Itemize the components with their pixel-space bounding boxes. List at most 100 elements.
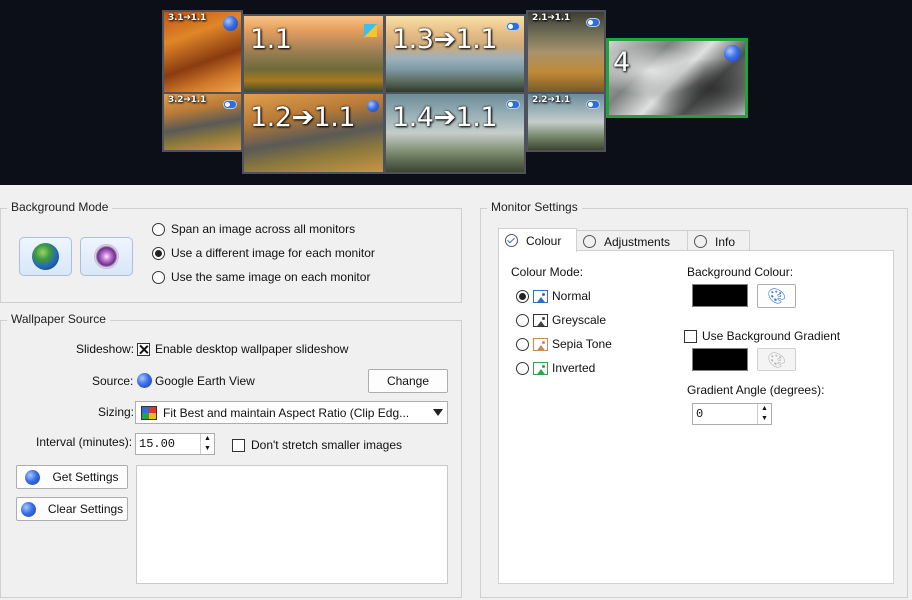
toggle-icon — [506, 22, 520, 31]
source-label: Source: — [92, 374, 134, 388]
tile-label: 3.2➔1.1 — [168, 95, 207, 105]
monitor-tile-3-1[interactable]: 3.1➔1.1 — [162, 10, 243, 94]
background-colour-swatch[interactable] — [692, 284, 748, 307]
group-title: Background Mode — [7, 200, 113, 214]
checkbox-label: Don't stretch smaller images — [251, 438, 403, 452]
tab-bar: Colour Adjustments Info — [498, 228, 750, 252]
slideshow-checkbox[interactable]: Enable desktop wallpaper slideshow — [137, 342, 348, 356]
globe-icon — [367, 100, 379, 112]
radio-circle — [152, 270, 165, 284]
checkbox-box — [684, 329, 697, 343]
monitor-tile-1-3[interactable]: 1.3➔1.1 — [384, 14, 526, 94]
radio-span-image[interactable]: Span an image across all monitors — [152, 222, 355, 236]
palette-icon: 🎨︎ — [766, 288, 787, 305]
radio-greyscale[interactable]: Greyscale — [516, 313, 606, 327]
tile-label: 1.2➔1.1 — [250, 102, 356, 133]
image-icon — [533, 361, 548, 375]
radio-circle — [516, 337, 529, 351]
globe-icon — [20, 501, 36, 517]
tab-colour[interactable]: Colour — [498, 228, 577, 252]
tile-label: 2.2➔1.1 — [532, 95, 571, 105]
radio-sepia[interactable]: Sepia Tone — [516, 337, 612, 351]
tab-info[interactable]: Info — [687, 230, 750, 252]
monitor-tile-3-2[interactable]: 3.2➔1.1 — [162, 92, 243, 152]
galaxy-mode-button[interactable] — [80, 237, 133, 276]
radio-label: Use the same image on each monitor — [171, 270, 371, 284]
wallpaper-source-group: Wallpaper Source Slideshow: Enable deskt… — [0, 312, 462, 598]
monitor-tile-2-1[interactable]: 2.1➔1.1 — [526, 10, 606, 94]
sizing-dropdown[interactable]: Fit Best and maintain Aspect Ratio (Clip… — [135, 401, 448, 424]
button-label: Clear Settings — [47, 502, 124, 516]
toggle-icon — [586, 100, 600, 109]
radio-label: Use a different image for each monitor — [171, 246, 375, 260]
circle-icon — [694, 235, 707, 248]
tile-label: 2.1➔1.1 — [532, 13, 571, 23]
earth-mode-button[interactable] — [19, 237, 72, 276]
radio-circle — [516, 313, 529, 327]
gradient-colour-swatch[interactable] — [692, 348, 748, 371]
galaxy-icon — [94, 244, 119, 269]
tile-label: 1.3➔1.1 — [392, 24, 498, 55]
radio-normal[interactable]: Normal — [516, 289, 591, 303]
toggle-icon — [223, 100, 237, 109]
radio-same-image[interactable]: Use the same image on each monitor — [152, 270, 370, 284]
radio-label: Inverted — [552, 361, 596, 375]
get-settings-button[interactable]: Get Settings — [16, 465, 128, 489]
radio-label: Normal — [552, 289, 591, 303]
palette-icon: 🎨︎ — [766, 351, 787, 369]
settings-text-area[interactable] — [136, 465, 448, 584]
sizing-label: Sizing: — [98, 405, 135, 419]
checkbox-box — [137, 342, 150, 356]
colour-mode-label: Colour Mode: — [511, 265, 584, 279]
google-earth-icon — [137, 373, 152, 388]
dont-stretch-checkbox[interactable]: Don't stretch smaller images — [232, 438, 402, 452]
use-gradient-checkbox[interactable]: Use Background Gradient — [684, 329, 840, 343]
monitor-settings-group: Monitor Settings Colour Adjustments Info… — [480, 200, 908, 598]
spin-up-icon[interactable]: ▲ — [757, 404, 771, 414]
spin-up-icon[interactable]: ▲ — [200, 434, 214, 444]
checkbox-label: Use Background Gradient — [702, 329, 841, 343]
gradient-angle-spinbox[interactable]: 0 ▲ ▼ — [692, 403, 772, 425]
radio-different-image[interactable]: Use a different image for each monitor — [152, 246, 375, 260]
monitor-tile-4[interactable]: 4 — [606, 38, 748, 118]
monitor-tile-1-4[interactable]: 1.4➔1.1 — [384, 92, 526, 174]
radio-label: Sepia Tone — [552, 337, 612, 351]
pick-gradient-colour-button[interactable]: 🎨︎ — [757, 348, 796, 371]
spin-down-icon[interactable]: ▼ — [757, 414, 771, 424]
monitor-tile-1-2[interactable]: 1.2➔1.1 — [242, 92, 385, 174]
change-button[interactable]: Change — [368, 369, 448, 393]
monitor-tile-2-2[interactable]: 2.2➔1.1 — [526, 92, 606, 152]
globe-icon — [724, 45, 741, 62]
interval-spinbox[interactable]: 15.00 ▲ ▼ — [135, 433, 215, 455]
group-title: Monitor Settings — [487, 200, 582, 214]
slideshow-label: Slideshow: — [76, 342, 135, 356]
clear-settings-button[interactable]: Clear Settings — [16, 497, 128, 521]
gradient-angle-value: 0 — [696, 407, 704, 421]
tab-adjustments[interactable]: Adjustments — [576, 230, 688, 252]
check-circle-icon — [505, 234, 518, 247]
image-icon — [533, 313, 548, 327]
monitor-preview: 3.1➔1.1 3.2➔1.1 1.1 1.2➔1.1 1.3➔1.1 1.4➔… — [0, 0, 912, 185]
group-title: Wallpaper Source — [7, 312, 110, 326]
spin-down-icon[interactable]: ▼ — [200, 444, 214, 454]
pick-background-colour-button[interactable]: 🎨︎ — [757, 284, 796, 308]
radio-circle — [152, 222, 165, 236]
interval-label: Interval (minutes): — [36, 435, 133, 449]
gradient-angle-label: Gradient Angle (degrees): — [687, 383, 825, 397]
toggle-icon — [586, 18, 600, 27]
tab-label: Info — [715, 234, 736, 249]
toggle-icon — [506, 100, 520, 109]
earth-icon — [32, 243, 59, 270]
monitor-tile-1-1[interactable]: 1.1 — [242, 14, 385, 94]
radio-inverted[interactable]: Inverted — [516, 361, 595, 375]
tab-label: Adjustments — [604, 234, 671, 249]
checkbox-box — [232, 438, 245, 452]
globe-icon — [223, 16, 238, 31]
image-icon — [533, 337, 548, 351]
interval-value: 15.00 — [139, 437, 176, 451]
tile-label: 4 — [613, 47, 630, 78]
button-label: Get Settings — [52, 470, 119, 484]
radio-label: Span an image across all monitors — [171, 222, 356, 236]
sizing-icon — [141, 405, 157, 420]
sticky-note-icon — [364, 24, 377, 37]
